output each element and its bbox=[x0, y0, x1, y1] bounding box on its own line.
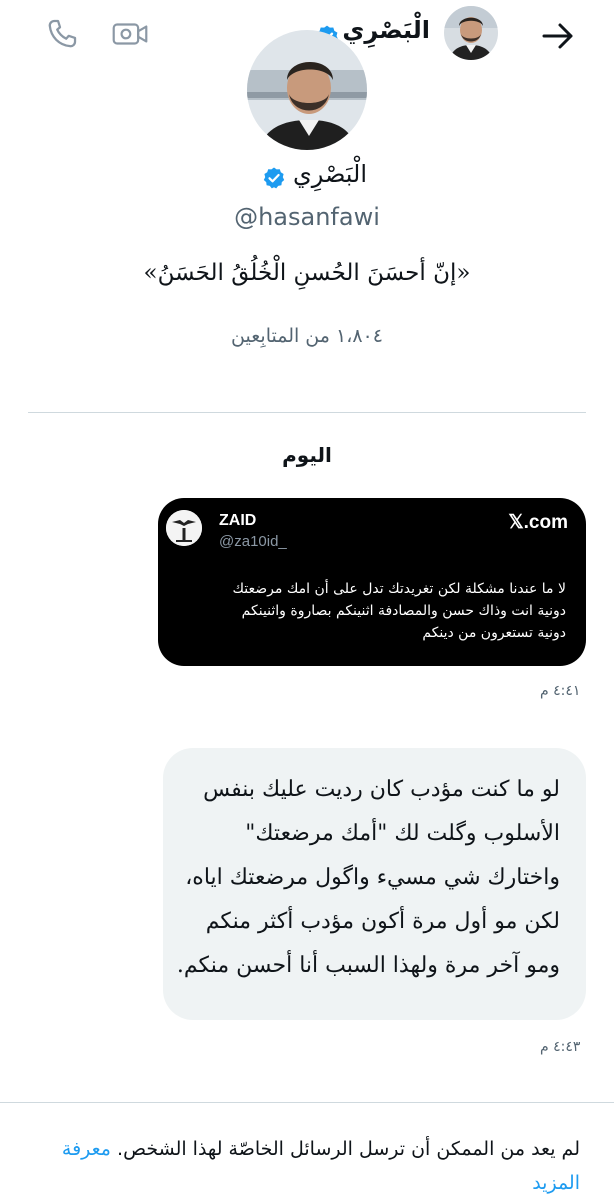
profile-avatar[interactable] bbox=[247, 30, 367, 150]
header-name[interactable]: الْبَصْرِي bbox=[342, 16, 430, 44]
profile-bio: «إنّ أحسَنَ الحُسنِ الْخُلُقُ الحَسَنُ» bbox=[143, 260, 471, 286]
video-camera-icon[interactable] bbox=[108, 12, 152, 56]
phone-icon[interactable] bbox=[40, 12, 84, 56]
followers-count[interactable]: ١،٨٠٤ من المتابِعين bbox=[157, 325, 457, 347]
post-author-name: ZAID bbox=[219, 512, 257, 529]
verified-badge-icon bbox=[262, 166, 286, 190]
date-separator: اليوم bbox=[282, 443, 332, 467]
message-line: لكن مو أول مرة أكون مؤدب أكثر منكم bbox=[205, 909, 560, 934]
divider bbox=[28, 412, 586, 413]
arrow-right-icon[interactable] bbox=[536, 14, 580, 58]
message-line: لو ما كنت مؤدب كان رديت عليك بنفس bbox=[203, 777, 560, 802]
profile-handle: @hasanfawi bbox=[234, 203, 380, 231]
post-author-handle: @za10id_ bbox=[219, 533, 287, 550]
shared-post-card[interactable]: ZAID @za10id_ 𝕏.com لا ما عندنا مشكلة لك… bbox=[158, 498, 586, 666]
message-timestamp: ٤:٤٣ م bbox=[540, 1039, 581, 1055]
dm-disabled-notice: لم يعد من الممكن أن ترسل الرسائل الخاصّة… bbox=[30, 1132, 580, 1200]
post-text-line: دونية انت وذاك حسن والمصادفة اثنينكم بصا… bbox=[241, 603, 566, 619]
post-text: لا ما عندنا مشكلة لكن تغريدتك تدل على أن… bbox=[166, 578, 567, 644]
message-line: الأسلوب وگلت لك "أمك مرضعتك" bbox=[245, 821, 560, 846]
post-text-line: لا ما عندنا مشكلة لكن تغريدتك تدل على أن… bbox=[232, 581, 567, 597]
profile-name: الْبَصْرِي bbox=[292, 160, 368, 188]
message-line: واختارك شي مسيء واگول مرضعتك اياه، bbox=[185, 865, 560, 890]
divider bbox=[0, 1102, 614, 1103]
post-source-brand: 𝕏.com bbox=[508, 512, 568, 533]
dm-disabled-text: لم يعد من الممكن أن ترسل الرسائل الخاصّة… bbox=[117, 1138, 580, 1160]
message-text: لو ما كنت مؤدب كان رديت عليك بنفس الأسلو… bbox=[176, 768, 560, 988]
message-line: ومو آخر مرة ولهذا السبب أنا أحسن منكم. bbox=[176, 953, 560, 978]
message-timestamp: ٤:٤١ م bbox=[540, 683, 581, 699]
message-bubble[interactable]: لو ما كنت مؤدب كان رديت عليك بنفس الأسلو… bbox=[163, 748, 586, 1020]
post-text-line: دونية تستعرون من دينكم bbox=[422, 625, 566, 641]
header-avatar[interactable] bbox=[444, 6, 498, 60]
post-author-avatar bbox=[166, 510, 202, 546]
